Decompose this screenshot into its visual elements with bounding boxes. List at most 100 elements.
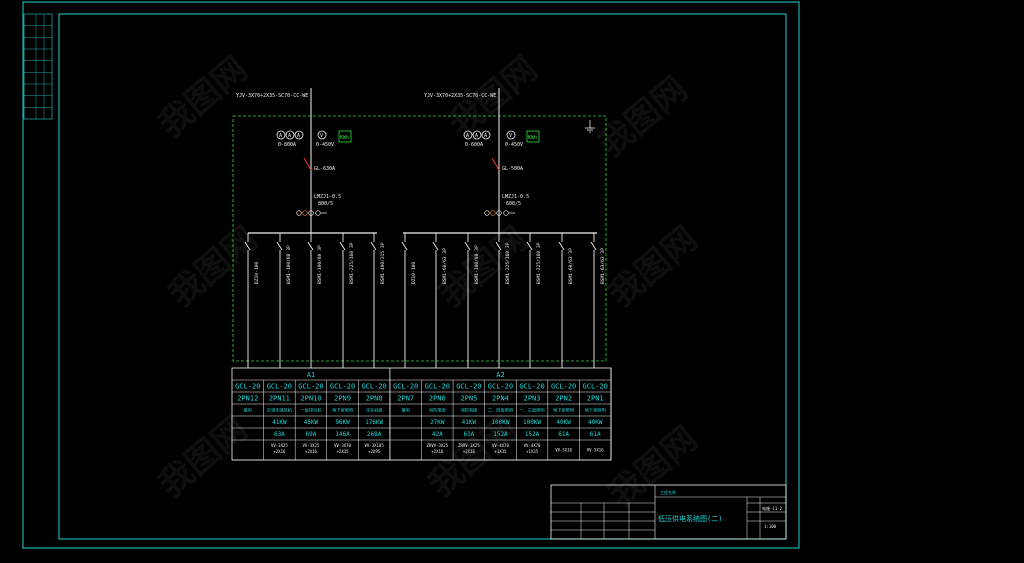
branch-circuit: BSM1-60/63 3P [432,233,448,368]
svg-text:A: A [475,133,478,139]
branch-breaker-icon [244,241,251,251]
table-cell: 41KW [272,419,287,426]
table-cell: GCL-20 [456,383,481,391]
branch-breaker-icon [276,241,283,251]
feeder-2: YJV-3X70+2X35-SC70-CC-WE A A A 0-600A V … [424,88,540,233]
table-cell: +1X35 [494,449,507,454]
table-cell: 备用 [244,407,252,414]
branch-switch-label: BSM1-60/63 3P [568,248,574,284]
table-cell: +1X35 [526,449,539,454]
branch-circuit: BSM1-100/80 3P [307,233,323,368]
branch-switch-label: DZ10-100 [254,262,260,284]
table-cell: +2X16 [273,449,286,454]
table-cell: 2PN9 [334,395,351,403]
table-cell: GCL-20 [393,383,418,391]
table-group-header: A2 [496,371,504,379]
table-cell: 2PN11 [269,395,290,403]
svg-text:V: V [320,133,323,139]
table-cell: 2PN1 [587,395,604,403]
table-cell: 61A [590,431,601,438]
branch-circuit: BSM1-225/160 3P [339,233,355,368]
feeder-1-cable-label: YJV-3X70+2X35-SC70-CC-WE [236,93,308,99]
table-cell: 268A [367,431,382,438]
feeder-2-breaker: GL-500A [502,166,523,172]
table-cell: 2PN3 [524,395,541,403]
table-cell: VV-4X70 [524,443,541,448]
table-cell: 二、四层照明 [488,408,513,414]
table-cell: 63A [463,431,474,438]
branch-breaker-icon [339,241,346,251]
branch-switch-label: BSM1-400/315 3P [380,242,386,284]
branch-switch-label: BSM1-100/80 3P [474,245,480,284]
feeder-2-ct-ratio: 600/5 [506,201,521,207]
branch-circuits: DZ10-100 BSM1-100/80 3P BSM1-100/80 3P BSM1… [244,233,606,368]
feeder-1-ct: LMZJ1-0.5 [314,194,341,200]
branch-breaker-icon [401,241,408,251]
branch-circuit: DZ10-100 [401,233,417,368]
table-cell: 2PN12 [237,395,258,403]
feeder-2-voltmeter-range: 0-450V [505,142,523,148]
branch-breaker-icon [464,241,471,251]
current-transformer-icon [296,210,327,216]
ammeter-icon: A A A [463,130,491,140]
branch-circuit: BSM1-225/160 3P [495,233,511,368]
table-cell: 27KW [430,419,445,426]
branch-circuit: BSM1-100/80 3P [464,233,480,368]
branch-switch-label: BSM1-225/160 3P [536,242,542,284]
branch-switch-label: BSM1-225/160 3P [505,242,511,284]
table-cell: +2X16 [305,449,318,454]
table-cell: 152A [493,431,508,438]
drawing-title: 低压供电系统图(二) [658,514,722,523]
cabinet-boundary [232,115,607,362]
table-cell: ZRVV-3X25 [426,443,448,448]
breaker-switch-icon [303,157,312,171]
feeder-2-cable-label: YJV-3X70+2X35-SC70-CC-WE [424,93,496,99]
branch-breaker-icon [370,241,377,251]
branch-circuit: BSM1-60/63 3P [558,233,574,368]
table-cell: 63A [274,431,285,438]
table-cell: 备用 [402,407,410,414]
branch-circuit: DZ10-100 [244,233,260,368]
feeder-2-ct: LMZJ1-0.5 [502,194,529,200]
table-cell: VV-3X25 [271,443,288,448]
table-cell: 100KW [523,419,541,426]
table-cell: 地下室照明 [553,407,574,414]
sheet-frame [22,1,800,549]
table-cell: 40KW [556,419,571,426]
side-info-strip [23,13,53,120]
feeder-1-ct-ratio: 800/5 [318,201,333,207]
branch-switch-label: BSM1-100/80 3P [317,245,323,284]
table-cell: 地下室照明 [332,407,353,414]
table-cell: 61A [558,431,569,438]
table-cell: 2PN4 [492,395,509,403]
branch-breaker-icon [432,241,439,251]
table-cell: +2X95 [368,449,381,454]
branch-switch-label: DZ10-100 [411,262,417,284]
current-transformer-icon [484,210,515,216]
table-cell: 69A [306,431,317,438]
drawing-number: 电施-11-2 [762,505,783,511]
table-cell: 空调末端风机 [267,407,293,414]
table-cell: GCL-20 [361,383,386,391]
table-cell: 2PN5 [460,395,477,403]
table-cell: 冷冻机组 [366,407,383,414]
table-cell: 176KW [365,419,383,426]
table-cell: GCL-20 [298,383,323,391]
table-cell: +2X16 [463,449,476,454]
svg-text:A: A [466,133,469,139]
table-cell: GCL-20 [235,383,260,391]
distribution-table: A1 A2 GCL-20 GCL-20 GCL-20 GCL-20 GCL-20 GCL-20… [231,367,612,461]
table-cell: 一、三层照明 [519,408,544,414]
branch-switch-label: BSM1-225/160 3P [349,242,355,284]
feeder-1: YJV-3X70+2X35-SC70-CC-WE A A A 0-800A V … [236,88,352,233]
voltmeter-icon: V [317,130,327,140]
table-cell: 2PN8 [366,395,383,403]
branch-breaker-icon [307,241,314,251]
table-cell: 146A [335,431,350,438]
feeder-1-breaker: GL-630A [314,166,335,172]
svg-text:V: V [509,133,512,139]
drawing-scale: 1:100 [764,524,777,529]
table-cell: VV-3X185 [364,443,384,448]
table-cell: 消防电源 [429,407,447,414]
branch-switch-label: BSM1-60/63 3P [442,248,448,284]
